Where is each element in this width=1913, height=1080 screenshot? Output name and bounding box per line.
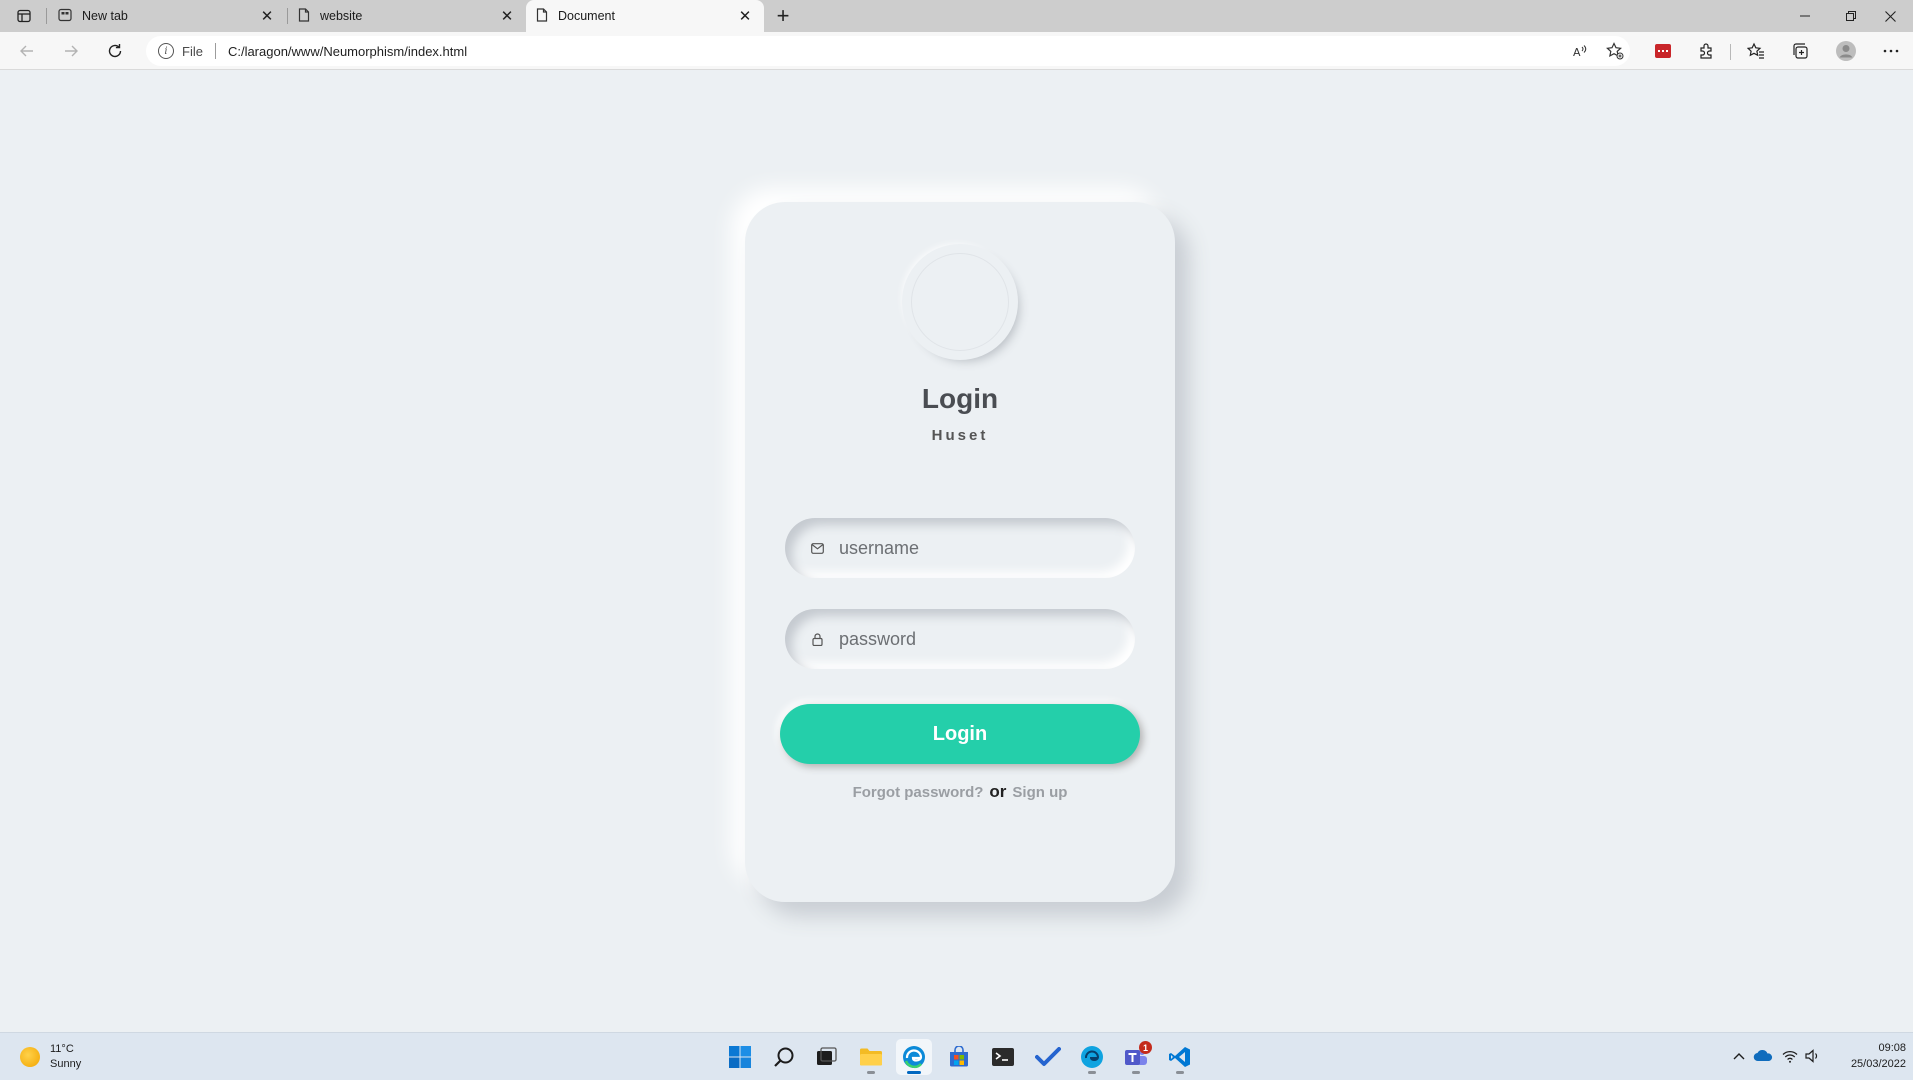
forward-arrow-icon[interactable] (56, 37, 86, 65)
profile-avatar-icon[interactable] (1831, 37, 1861, 65)
task-view-icon[interactable] (809, 1039, 845, 1075)
username-input[interactable] (839, 537, 1099, 559)
clock-date: 25/03/2022 (1850, 1058, 1906, 1070)
refresh-icon[interactable] (100, 37, 130, 65)
tab-title: New tab (82, 9, 128, 23)
svg-text:A: A (1573, 46, 1581, 59)
extension-red-icon[interactable] (1648, 37, 1678, 65)
tab-title: Document (558, 9, 615, 23)
app-running-indicator (1176, 1071, 1184, 1074)
weather-temperature: 11°C (50, 1043, 74, 1055)
vscode-icon[interactable] (1162, 1039, 1198, 1075)
taskbar: 11°C Sunny 1 09:08 25/03/2022 (0, 1032, 1913, 1080)
tab-actions-menu-icon[interactable] (10, 5, 38, 27)
logo-avatar-inner (911, 253, 1009, 351)
password-field[interactable] (785, 609, 1135, 669)
new-tab-page-icon (58, 8, 72, 25)
login-title: Login (921, 383, 999, 414)
read-aloud-icon[interactable]: A (1565, 36, 1595, 66)
more-options-icon[interactable] (1876, 37, 1906, 65)
app-running-indicator (867, 1071, 875, 1074)
todo-checkmark-icon[interactable] (1030, 1039, 1066, 1075)
file-explorer-icon[interactable] (853, 1039, 889, 1075)
url-scheme-label: File (182, 43, 203, 59)
tab-new-tab[interactable]: New tab ✕ (48, 0, 286, 32)
close-icon[interactable]: ✕ (258, 7, 276, 25)
url-text[interactable]: C:/laragon/www/Neumorphism/index.html (228, 44, 467, 59)
add-favorite-icon[interactable] (1600, 36, 1630, 66)
window-close-icon[interactable] (1867, 0, 1913, 32)
clock-time: 09:08 (1878, 1042, 1906, 1054)
tab-title: website (320, 9, 363, 23)
browser-toolbar: i File C:/laragon/www/Neumorphism/index.… (0, 32, 1913, 70)
onedrive-cloud-icon[interactable] (1752, 1045, 1774, 1067)
close-icon[interactable]: ✕ (736, 7, 754, 25)
edge-dev-icon[interactable] (1074, 1039, 1110, 1075)
weather-widget[interactable]: 11°C Sunny (20, 1042, 81, 1072)
volume-icon[interactable] (1802, 1045, 1824, 1067)
info-icon[interactable]: i (158, 43, 174, 59)
login-button[interactable]: Login (780, 704, 1140, 764)
extensions-puzzle-icon[interactable] (1692, 37, 1722, 65)
edge-browser-icon[interactable] (896, 1039, 932, 1075)
page-icon (298, 7, 310, 25)
toolbar-divider (1730, 44, 1731, 60)
terminal-icon[interactable] (985, 1039, 1021, 1075)
tab-website[interactable]: website ✕ (288, 0, 526, 32)
app-running-indicator (1132, 1071, 1140, 1074)
or-text: or (989, 782, 1007, 801)
system-clock[interactable]: 09:08 25/03/2022 (1826, 1040, 1906, 1072)
back-arrow-icon[interactable] (12, 37, 42, 65)
minimize-icon[interactable] (1782, 0, 1828, 32)
favorites-icon[interactable] (1741, 37, 1771, 65)
wifi-icon[interactable] (1779, 1045, 1801, 1067)
login-subtitle: Huset (931, 427, 989, 444)
login-card: Login Huset Login Forgot password? or Sign… (745, 202, 1175, 902)
address-bar[interactable]: i File C:/laragon/www/Neumorphism/index.… (146, 36, 1630, 66)
close-icon[interactable]: ✕ (498, 7, 516, 25)
auth-links: Forgot password? or Sign up (745, 782, 1175, 802)
microsoft-store-icon[interactable] (941, 1039, 977, 1075)
tab-document[interactable]: Document ✕ (526, 0, 764, 32)
notification-badge: 1 (1139, 1041, 1152, 1054)
logo-avatar (907, 249, 1013, 355)
weather-condition: Sunny (50, 1058, 82, 1070)
chevron-up-icon[interactable] (1728, 1045, 1750, 1067)
new-tab-button[interactable]: + (770, 3, 796, 29)
username-field[interactable] (785, 518, 1135, 578)
address-divider (214, 43, 216, 59)
collections-icon[interactable] (1785, 37, 1815, 65)
start-windows-icon[interactable] (722, 1039, 758, 1075)
app-active-indicator (907, 1071, 921, 1074)
app-running-indicator (1088, 1071, 1096, 1074)
envelope-icon (809, 540, 825, 556)
sun-icon (20, 1047, 40, 1067)
teams-icon[interactable]: 1 (1118, 1039, 1154, 1075)
forgot-password-link[interactable]: Forgot password? (853, 784, 984, 801)
tab-strip: New tab ✕ website ✕ Document ✕ + (0, 0, 1913, 32)
search-icon[interactable] (766, 1039, 802, 1075)
password-input[interactable] (839, 628, 1099, 650)
tab-divider (46, 8, 47, 24)
page-icon (536, 7, 548, 25)
page-viewport: Login Huset Login Forgot password? or Sign… (0, 71, 1913, 1032)
sign-up-link[interactable]: Sign up (1012, 784, 1067, 801)
lock-icon (809, 631, 825, 647)
